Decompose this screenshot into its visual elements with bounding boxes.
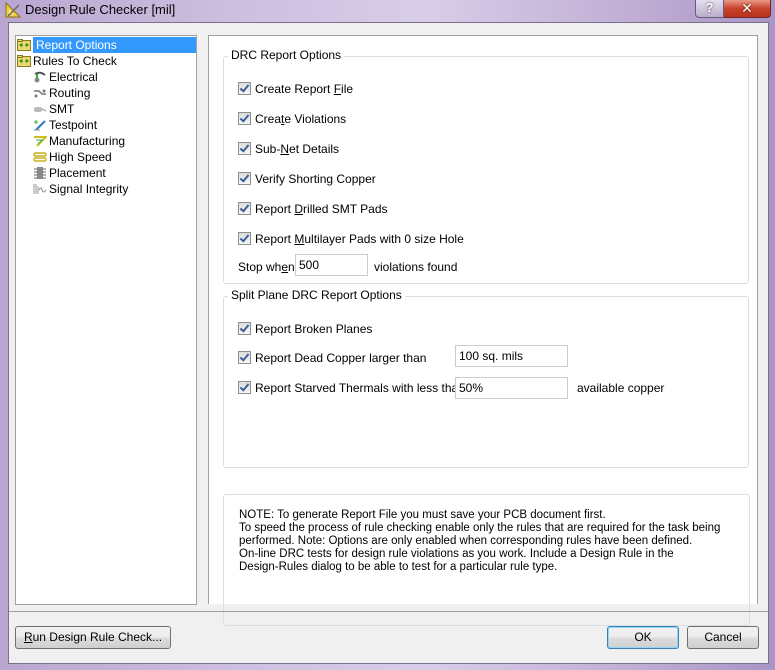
run-design-rule-check-button[interactable]: Run Design Rule Check... [15,626,171,649]
available-copper-label: available copper [577,381,665,395]
tree-item-placement[interactable]: Placement [33,165,106,181]
testpoint-icon [34,120,46,131]
dialog-body: Report Options Rules To Check Electrical… [8,22,769,664]
checkbox-checked-icon[interactable] [238,351,251,364]
placement-icon [34,167,46,179]
folder-icon [17,39,31,51]
electrical-icon [34,71,46,83]
create-report-file-checkbox[interactable]: Create Report File [238,81,353,97]
stop-when-violations-input[interactable] [295,254,368,276]
tree-item-electrical[interactable]: Electrical [33,69,98,85]
title-bar: Design Rule Checker [mil] ? ✕ [0,0,775,22]
starved-thermals-percent-input[interactable] [455,377,568,399]
report-options-panel: DRC Report Options Create Report File Cr… [208,35,758,626]
help-button[interactable]: ? [695,0,724,18]
tree-item-report-options[interactable]: Report Options [17,37,196,53]
folder-icon [17,55,31,67]
report-multilayer-pads-checkbox[interactable]: Report Multilayer Pads with 0 size Hole [238,231,464,247]
checkbox-checked-icon[interactable] [238,322,251,335]
footer-divider [9,611,768,612]
smt-icon [34,107,47,112]
create-violations-checkbox[interactable]: Create Violations [238,111,346,127]
routing-icon [34,89,46,98]
rule-category-tree[interactable]: Report Options Rules To Check Electrical… [15,35,197,605]
note-box: NOTE: To generate Report File you must s… [223,494,750,626]
note-text: NOTE: To generate Report File you must s… [239,509,721,573]
tree-item-high-speed[interactable]: High Speed [33,149,112,165]
window-title: Design Rule Checker [mil] [25,2,176,17]
report-starved-thermals-checkbox[interactable]: Report Starved Thermals with less thar [238,380,455,396]
ok-button[interactable]: OK [607,626,679,649]
tree-item-routing[interactable]: Routing [33,85,90,101]
cancel-button[interactable]: Cancel [687,626,759,649]
manufacturing-icon [34,136,47,147]
checkbox-checked-icon[interactable] [238,82,251,95]
checkbox-checked-icon[interactable] [238,381,251,394]
stop-when-label: Stop when [238,260,295,274]
tree-item-smt[interactable]: SMT [33,101,74,117]
tree-item-manufacturing[interactable]: Manufacturing [33,133,125,149]
report-broken-planes-checkbox[interactable]: Report Broken Planes [238,321,372,337]
report-dead-copper-checkbox[interactable]: Report Dead Copper larger than [238,350,426,366]
close-button[interactable]: ✕ [724,0,771,18]
group-title: DRC Report Options [228,48,345,62]
high-speed-icon [33,152,47,162]
drc-app-icon [5,2,21,18]
signal-integrity-icon [33,184,47,194]
checkbox-checked-icon[interactable] [238,142,251,155]
report-drilled-smt-pads-checkbox[interactable]: Report Drilled SMT Pads [238,201,388,217]
violations-found-label: violations found [374,260,458,274]
checkbox-checked-icon[interactable] [238,172,251,185]
drc-report-options-group: DRC Report Options Create Report File Cr… [223,48,749,284]
checkbox-checked-icon[interactable] [238,232,251,245]
tree-item-signal-integrity[interactable]: Signal Integrity [33,181,128,197]
split-plane-options-group: Split Plane DRC Report Options Report Br… [223,288,749,468]
checkbox-checked-icon[interactable] [238,202,251,215]
checkbox-checked-icon[interactable] [238,112,251,125]
tree-item-testpoint[interactable]: Testpoint [33,117,97,133]
verify-shorting-copper-checkbox[interactable]: Verify Shorting Copper [238,171,376,187]
sub-net-details-checkbox[interactable]: Sub-Net Details [238,141,339,157]
group-title: Split Plane DRC Report Options [228,288,405,302]
dead-copper-size-input[interactable] [455,345,568,367]
tree-item-rules-to-check[interactable]: Rules To Check [17,53,117,69]
